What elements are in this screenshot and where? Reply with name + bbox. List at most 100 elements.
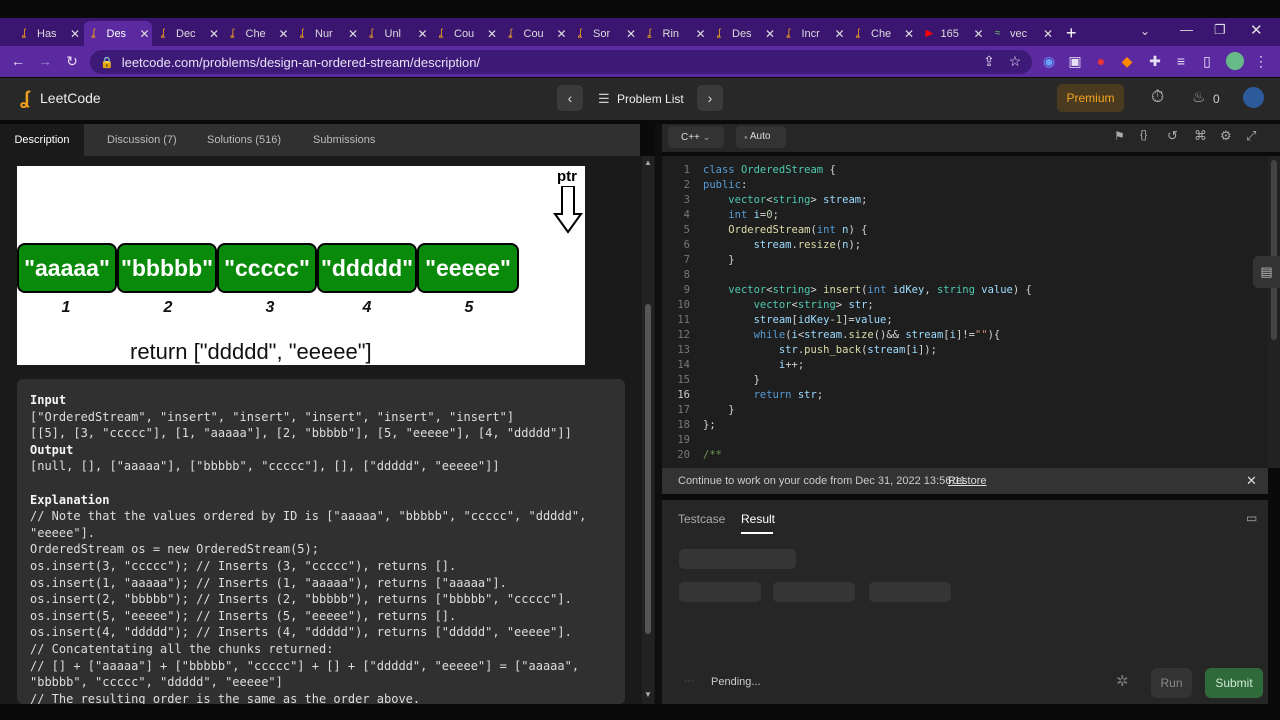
close-restore-icon[interactable]: ✕ <box>1246 473 1257 489</box>
sidepanel-icon[interactable]: ▯ <box>1198 52 1216 70</box>
extensions-puzzle-icon[interactable]: ✚ <box>1146 52 1164 70</box>
close-tab-icon[interactable]: ✕ <box>555 27 569 41</box>
bookmark-icon[interactable]: ⚑ <box>1114 129 1125 143</box>
close-tab-icon[interactable]: ✕ <box>1041 27 1055 41</box>
tab-testcase[interactable]: Testcase <box>678 512 725 526</box>
browser-tab[interactable]: ʆ Unl ✕ <box>362 21 430 46</box>
browser-tab[interactable]: ʆ Nur ✕ <box>292 21 360 46</box>
browser-tab[interactable]: ʆ Des ✕ <box>83 21 152 46</box>
restore-window-icon[interactable]: ❐ <box>1214 22 1226 38</box>
reading-list-icon[interactable]: ≡ <box>1172 52 1190 70</box>
browser-tab[interactable]: ʆ Has ✕ <box>14 21 82 46</box>
close-tab-icon[interactable]: ✕ <box>138 27 152 41</box>
stream-block: "eeeee" <box>417 243 519 293</box>
profile-avatar-icon[interactable] <box>1226 52 1244 70</box>
browser-tab[interactable]: ʆ Dec ✕ <box>153 21 221 46</box>
panel-layout-icon[interactable]: ▭ <box>1246 511 1257 525</box>
back-icon[interactable]: ← <box>9 52 27 70</box>
explanation-line: // Note that the values ordered by ID is… <box>30 509 587 524</box>
explanation-label: Explanation <box>30 492 110 507</box>
braces-icon[interactable]: {} <box>1140 129 1147 141</box>
browser-tab[interactable]: ≈ vec ✕ <box>987 21 1055 46</box>
panel-resize-handle[interactable] <box>655 124 662 704</box>
logo-text[interactable]: LeetCode <box>40 90 101 106</box>
minimize-icon[interactable]: — <box>1180 22 1193 37</box>
share-icon[interactable]: ⇪ <box>980 52 998 70</box>
explanation-line: // The resulting order is the same as th… <box>30 691 421 704</box>
debug-bug-icon[interactable]: ✲ <box>1116 672 1129 690</box>
line-number: 6 <box>683 239 690 251</box>
restore-link[interactable]: Restore <box>948 475 987 487</box>
leetcode-logo-icon[interactable]: ʆ <box>20 88 30 109</box>
browser-tab[interactable]: ʆ Sor ✕ <box>570 21 638 46</box>
close-tab-icon[interactable]: ✕ <box>902 27 916 41</box>
tab-discussion[interactable]: Discussion (7) <box>107 124 177 156</box>
tab-submissions[interactable]: Submissions <box>313 124 375 156</box>
editor-scroll-thumb[interactable] <box>1271 160 1277 340</box>
user-avatar[interactable] <box>1243 87 1264 108</box>
timer-icon[interactable]: ⏱ <box>1151 87 1164 107</box>
editor-scrollbar[interactable] <box>1268 156 1280 468</box>
tab-search-icon[interactable]: ⌄ <box>1140 24 1150 38</box>
premium-button[interactable]: Premium <box>1057 84 1124 112</box>
problem-list-link[interactable]: Problem List <box>617 92 684 106</box>
fullscreen-icon[interactable]: ⤢ <box>1246 128 1256 144</box>
example-code-block: Input ["OrderedStream", "insert", "inser… <box>17 379 625 704</box>
close-tab-icon[interactable]: ✕ <box>346 27 360 41</box>
browser-tab[interactable]: ʆ Des ✕ <box>709 21 777 46</box>
close-tab-icon[interactable]: ✕ <box>972 27 986 41</box>
browser-tab[interactable]: ʆ Che ✕ <box>848 21 916 46</box>
close-tab-icon[interactable]: ✕ <box>694 27 708 41</box>
submit-button[interactable]: Submit <box>1205 668 1263 698</box>
auto-mode-button[interactable]: ● Auto <box>736 126 786 148</box>
browser-tab[interactable]: ʆ Incr ✕ <box>779 21 847 46</box>
line-number: 7 <box>683 254 690 266</box>
extension-icon[interactable]: ◉ <box>1040 52 1058 70</box>
run-button[interactable]: Run <box>1151 668 1192 698</box>
address-bar[interactable]: 🔒 leetcode.com/problems/design-an-ordere… <box>90 50 1032 74</box>
leetcode-favicon-icon: ʆ <box>300 27 304 39</box>
next-problem-button[interactable]: › <box>697 85 723 111</box>
reset-icon[interactable]: ↺ <box>1167 128 1178 144</box>
close-tab-icon[interactable]: ✕ <box>763 27 777 41</box>
block-index: 2 <box>163 299 173 316</box>
tab-description[interactable]: Description <box>0 124 84 156</box>
line-number: 18 <box>677 419 690 431</box>
extension-orange-icon[interactable]: ◆ <box>1118 52 1136 70</box>
forward-icon[interactable]: → <box>36 52 54 70</box>
shortcut-icon[interactable]: ⌘ <box>1194 128 1207 144</box>
settings-gear-icon[interactable]: ⚙ <box>1220 128 1232 144</box>
close-tab-icon[interactable]: ✕ <box>624 27 638 41</box>
bookmark-star-icon[interactable]: ☆ <box>1006 52 1024 70</box>
prev-problem-button[interactable]: ‹ <box>557 85 583 111</box>
browser-menu-icon[interactable]: ⋮ <box>1252 52 1270 70</box>
browser-tab[interactable]: ʆ Che ✕ <box>223 21 291 46</box>
streak-icon[interactable]: ♨ <box>1192 88 1205 106</box>
close-tab-icon[interactable]: ✕ <box>277 27 291 41</box>
leetcode-favicon-icon: ʆ <box>161 27 165 39</box>
scroll-thumb[interactable] <box>645 304 651 634</box>
close-tab-icon[interactable]: ✕ <box>207 27 221 41</box>
new-tab-icon[interactable]: + <box>1066 23 1077 44</box>
browser-tab-title: Sor <box>593 27 611 40</box>
browser-tab[interactable]: ʆ Rin ✕ <box>640 21 708 46</box>
language-select[interactable]: C++ ⌄ <box>668 126 724 148</box>
tab-solutions[interactable]: Solutions (516) <box>207 124 281 156</box>
close-tab-icon[interactable]: ✕ <box>485 27 499 41</box>
browser-tab[interactable]: ʆ Cou ✕ <box>501 21 569 46</box>
close-tab-icon[interactable]: ✕ <box>416 27 430 41</box>
extension-t-icon[interactable]: ▣ <box>1066 52 1084 70</box>
description-scrollbar[interactable]: ▲ ▼ <box>642 156 654 704</box>
notes-side-icon[interactable]: ▤ <box>1253 256 1280 288</box>
browser-tab[interactable]: ▶ 165 ✕ <box>918 21 986 46</box>
close-tab-icon[interactable]: ✕ <box>833 27 847 41</box>
browser-tab[interactable]: ʆ Cou ✕ <box>431 21 499 46</box>
close-window-icon[interactable]: ✕ <box>1250 21 1263 39</box>
tab-result[interactable]: Result <box>741 512 775 526</box>
code-editor[interactable]: 1 2 3 4 5 6 7 8 9 10 11 12 13 14 15 16 17 18 19 20 class Or… <box>662 156 1268 468</box>
status-pending: Pending... <box>711 676 761 688</box>
reload-icon[interactable]: ↻ <box>63 52 81 70</box>
ptr-label: ptr <box>557 168 577 185</box>
close-tab-icon[interactable]: ✕ <box>68 27 82 41</box>
extension-pokeball-icon[interactable]: ● <box>1092 52 1110 70</box>
